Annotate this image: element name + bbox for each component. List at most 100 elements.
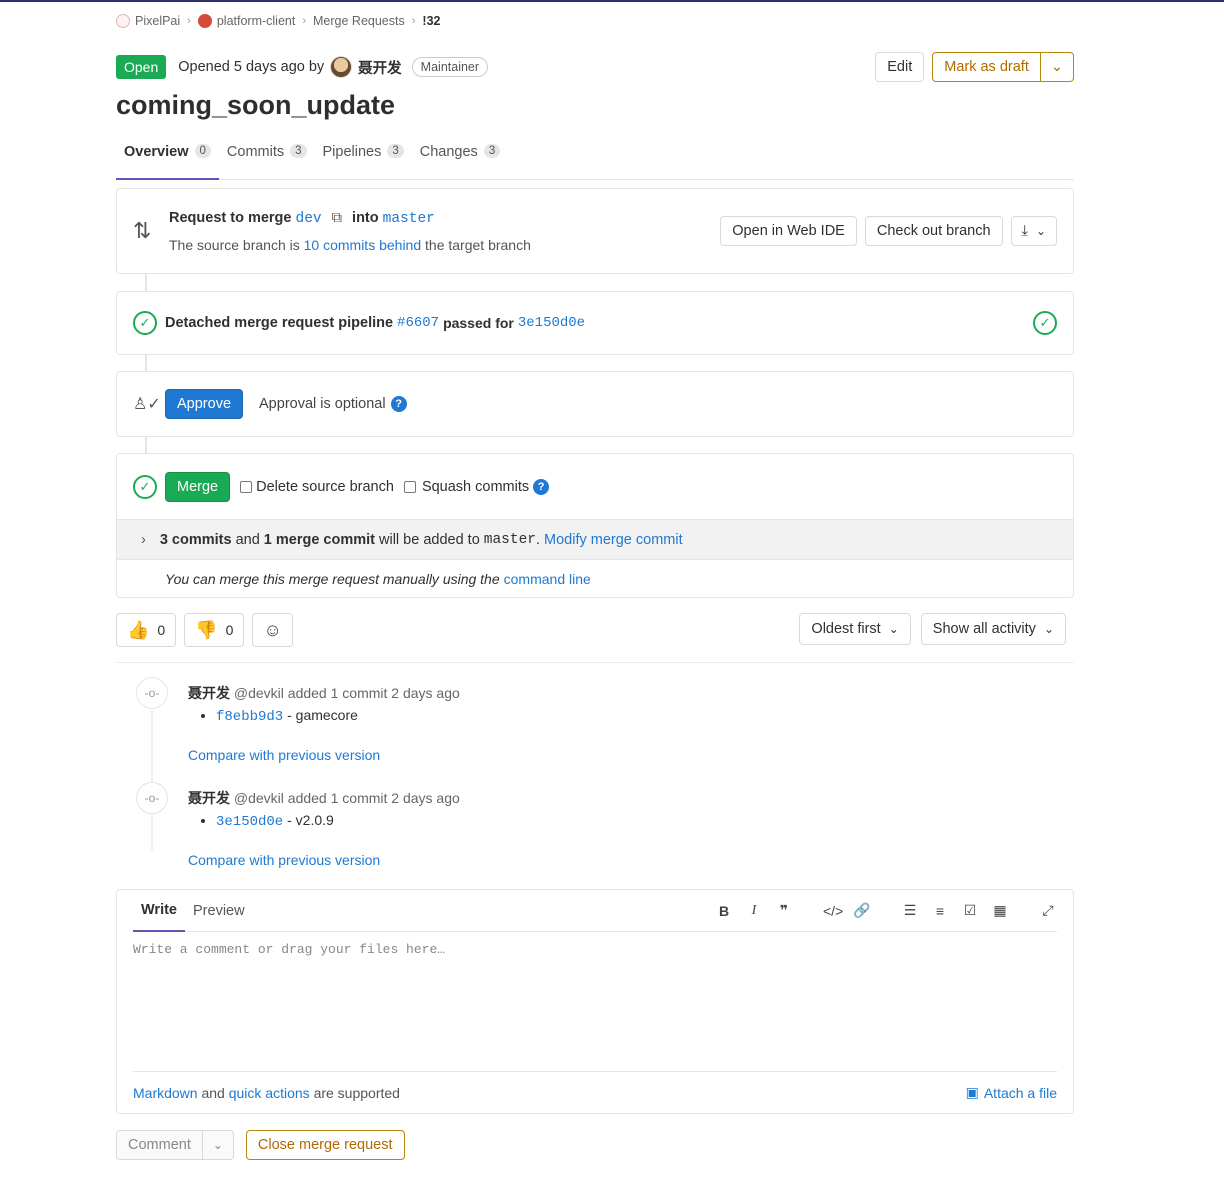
commit-icon: -o- [136, 677, 168, 709]
author-name[interactable]: 聂开发 [358, 57, 402, 78]
chevron-down-icon: ⌄ [1043, 622, 1054, 636]
merge-info-card: ⇅ Request to merge dev ⧉ into master The… [116, 188, 1074, 274]
period: . [535, 531, 541, 548]
event-author[interactable]: 聂开发 [188, 790, 230, 806]
chevron-right-icon[interactable]: › [141, 532, 146, 548]
commit-sha-link[interactable]: 3e150d0e [216, 814, 283, 830]
approve-button[interactable]: Approve [165, 389, 244, 419]
draft-dropdown-toggle[interactable]: ⌄ [1040, 52, 1074, 82]
sort-dropdown[interactable]: Oldest first ⌄ [799, 613, 911, 645]
breadcrumb-group-label[interactable]: PixelPai [135, 14, 180, 28]
opened-info: Opened 5 days ago by 聂开发 Maintainer [178, 56, 489, 78]
download-dropdown-button[interactable]: ⤓ ⌄ [1010, 216, 1057, 246]
modify-merge-commit-link[interactable]: Modify merge commit [544, 532, 683, 548]
comment-type-dropdown[interactable]: ⌄ [202, 1130, 234, 1160]
supported-text: are supported [313, 1084, 400, 1101]
passed-for-label: passed for [443, 315, 514, 331]
tab-write[interactable]: Write [133, 890, 185, 932]
merge-button[interactable]: Merge [165, 471, 231, 502]
commit-message: - v2.0.9 [287, 812, 334, 828]
comment-button[interactable]: Comment [116, 1130, 203, 1160]
task-list-icon[interactable]: ☑ [961, 902, 979, 919]
list-item: -o- 聂开发 @devkil added 1 commit 2 days ag… [136, 782, 1036, 872]
checkbox-icon[interactable] [240, 480, 253, 493]
breadcrumb-current[interactable]: !32 [422, 14, 440, 28]
attach-file-button[interactable]: ▣ Attach a file [966, 1084, 1057, 1101]
open-web-ide-button[interactable]: Open in Web IDE [720, 216, 857, 246]
download-icon: ⤓ [1021, 223, 1028, 239]
compare-previous-link[interactable]: Compare with previous version [188, 852, 380, 868]
commit-sha-link[interactable]: f8ebb9d3 [216, 709, 283, 725]
add-reaction-button[interactable]: ☺ [252, 613, 293, 647]
breadcrumb: PixelPai › platform-client › Merge Reque… [116, 14, 440, 28]
thumbs-up-icon: 👍 [127, 619, 150, 640]
pipeline-status-icon[interactable]: ✓ [1033, 311, 1057, 335]
sort-label: Oldest first [811, 621, 881, 637]
chevron-down-icon: ⌄ [212, 1138, 223, 1152]
chevron-down-icon: ⌄ [1035, 224, 1046, 238]
compare-previous-link[interactable]: Compare with previous version [188, 747, 380, 763]
tab-count: 3 [387, 144, 404, 158]
commits-summary-row[interactable]: › 3 commits and 1 merge commit will be a… [117, 519, 1073, 560]
markdown-link[interactable]: Markdown [133, 1085, 198, 1101]
event-meta: @devkil added 1 commit 2 days ago [233, 790, 460, 806]
merge-request-icon: ⇅ [133, 218, 152, 243]
squash-commits-checkbox[interactable]: Squash commits [403, 479, 529, 495]
edit-button[interactable]: Edit [875, 52, 925, 82]
group-avatar-icon [116, 14, 130, 28]
fullscreen-icon[interactable]: ⤢ [1039, 902, 1057, 919]
checkbox-icon[interactable] [403, 480, 416, 493]
link-icon[interactable]: 🔗 [853, 902, 871, 919]
commits-behind-link[interactable]: 10 commits behind [304, 237, 422, 253]
breadcrumb-section[interactable]: Merge Requests [313, 14, 405, 28]
tab-preview[interactable]: Preview [185, 890, 253, 932]
code-icon[interactable]: </> [823, 903, 843, 919]
check-out-branch-button[interactable]: Check out branch [864, 216, 1003, 246]
comment-textarea[interactable]: Write a comment or drag your files here… [133, 942, 445, 957]
tab-changes[interactable]: Changes 3 [412, 138, 508, 179]
numbered-list-icon[interactable]: ≡ [931, 903, 949, 919]
copy-icon[interactable]: ⧉ [332, 210, 342, 226]
quick-actions-link[interactable]: quick actions [229, 1085, 310, 1101]
command-line-link[interactable]: command line [504, 571, 591, 587]
source-branch-link[interactable]: dev [296, 211, 322, 227]
editor-footer: Markdown and quick actions are supported… [133, 1071, 1057, 1113]
thumbs-up-button[interactable]: 👍 0 [116, 613, 177, 647]
breadcrumb-group[interactable]: PixelPai [116, 14, 180, 28]
table-icon[interactable]: ▦ [991, 902, 1009, 919]
event-body: 聂开发 @devkil added 1 commit 2 days ago 3e… [188, 788, 460, 868]
avatar[interactable] [330, 56, 353, 78]
event-body: 聂开发 @devkil added 1 commit 2 days ago f8… [188, 683, 460, 763]
pipeline-sha-link[interactable]: 3e150d0e [518, 315, 585, 331]
chevron-right-icon: › [187, 15, 191, 27]
help-icon[interactable]: ? [533, 478, 550, 495]
commits-count: 3 commits [159, 531, 232, 548]
attach-file-label[interactable]: Attach a file [984, 1085, 1057, 1101]
bold-icon[interactable]: B [715, 903, 733, 919]
pipeline-id-link[interactable]: #6607 [397, 315, 439, 331]
delete-source-branch-checkbox[interactable]: Delete source branch [240, 479, 394, 495]
quote-icon[interactable]: ❞ [775, 902, 793, 919]
event-author[interactable]: 聂开发 [188, 685, 230, 701]
pipeline-passed-icon[interactable]: ✓ [133, 311, 157, 335]
help-icon[interactable]: ? [390, 396, 407, 412]
breadcrumb-project[interactable]: platform-client [197, 14, 296, 28]
mark-as-draft-button[interactable]: Mark as draft [932, 52, 1041, 82]
approval-optional-text: Approval is optional [259, 396, 386, 412]
merge-info-text: Request to merge dev ⧉ into master The s… [169, 210, 531, 253]
commit-icon: -o- [136, 782, 168, 814]
bullet-list-icon[interactable]: ☰ [901, 902, 919, 919]
thumbs-down-count: 0 [225, 622, 234, 638]
thumbs-down-button[interactable]: 👎 0 [184, 613, 245, 647]
close-merge-request-button[interactable]: Close merge request [245, 1130, 405, 1160]
tab-commits[interactable]: Commits 3 [219, 138, 315, 179]
image-icon: ▣ [965, 1084, 979, 1100]
breadcrumb-project-label[interactable]: platform-client [217, 14, 296, 28]
pipeline-text: Detached merge request pipeline [165, 315, 394, 331]
tab-overview[interactable]: Overview 0 [116, 138, 219, 180]
target-branch-link[interactable]: master [383, 211, 435, 227]
tab-pipelines[interactable]: Pipelines 3 [315, 138, 412, 179]
opened-text: Opened 5 days ago by [178, 59, 325, 75]
activity-filter-dropdown[interactable]: Show all activity ⌄ [920, 613, 1066, 645]
italic-icon[interactable]: I [745, 903, 763, 919]
